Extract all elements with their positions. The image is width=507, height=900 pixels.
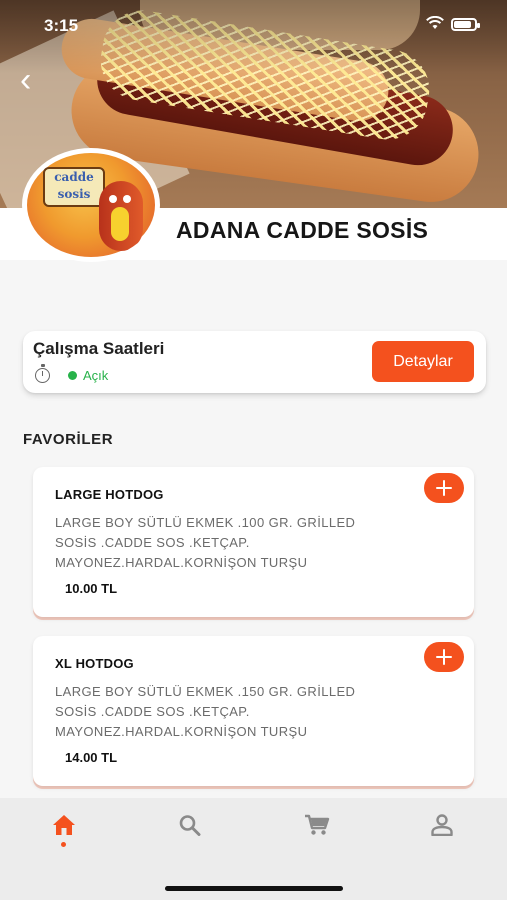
product-description: LARGE BOY SÜTLÜ EKMEK .150 GR. GRİLLED S…: [55, 684, 356, 739]
wifi-icon: [426, 15, 444, 35]
open-status-dot: [68, 370, 77, 380]
restaurant-logo: cadde sosis: [22, 148, 160, 262]
back-chevron-icon[interactable]: ‹: [20, 63, 44, 97]
product-name: LARGE HOTDOG: [55, 487, 164, 502]
cart-icon: [305, 814, 330, 835]
product-card[interactable]: XL HOTDOG LARGE BOY SÜTLÜ EKMEK .150 GR.…: [33, 636, 474, 786]
working-hours-card: Çalışma Saatleri Açık Detaylar: [23, 331, 486, 393]
plus-icon: [436, 480, 452, 496]
active-tab-indicator: [61, 842, 66, 847]
details-button[interactable]: Detaylar: [372, 341, 474, 382]
home-icon: [53, 815, 75, 835]
logo-text-line-1: cadde: [54, 170, 94, 184]
tab-profile[interactable]: [412, 814, 472, 854]
profile-icon: [431, 814, 453, 836]
bottom-tab-bar: [0, 798, 507, 900]
tab-home[interactable]: [34, 814, 94, 854]
product-price: 14.00 TL: [65, 750, 118, 765]
favorites-title: FAVORİLER: [23, 431, 114, 448]
open-status-label: Açık: [83, 367, 109, 383]
tab-cart[interactable]: [286, 814, 346, 854]
home-indicator: [165, 886, 343, 891]
search-icon: [179, 815, 201, 836]
open-status-row: Açık: [35, 363, 109, 384]
logo-text-line-2: sosis: [57, 187, 91, 201]
product-price: 10.00 TL: [65, 581, 118, 596]
tab-search[interactable]: [160, 814, 220, 854]
working-hours-title: Çalışma Saatleri: [33, 339, 165, 358]
plus-icon: [436, 649, 452, 665]
add-to-cart-button[interactable]: [424, 473, 464, 503]
status-bar: 3:15: [0, 14, 507, 38]
stopwatch-icon: [35, 363, 50, 383]
product-card[interactable]: LARGE HOTDOG LARGE BOY SÜTLÜ EKMEK .100 …: [33, 467, 474, 617]
product-description: LARGE BOY SÜTLÜ EKMEK .100 GR. GRİLLED S…: [55, 515, 356, 570]
battery-icon: [451, 18, 480, 31]
status-time: 3:15: [44, 16, 79, 35]
product-name: XL HOTDOG: [55, 656, 134, 671]
logo-sign: cadde sosis: [43, 167, 105, 207]
restaurant-name: ADANA CADDE SOSİS: [176, 217, 429, 243]
add-to-cart-button[interactable]: [424, 642, 464, 672]
